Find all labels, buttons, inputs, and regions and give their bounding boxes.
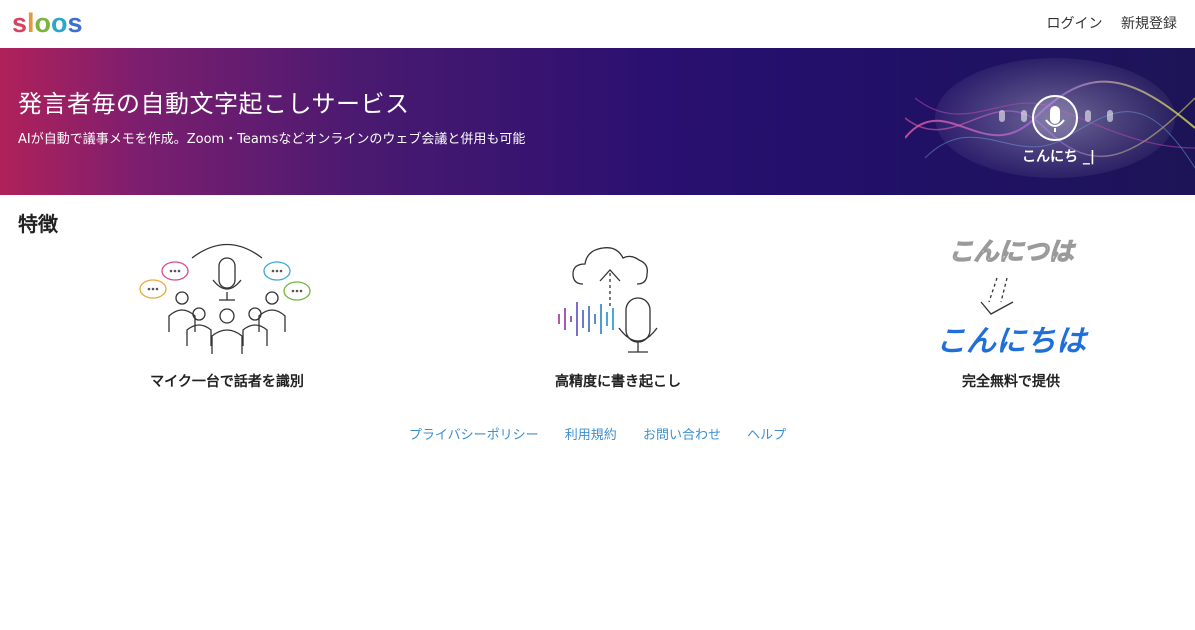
mic-caption: こんにち _| xyxy=(1022,149,1095,165)
cloud-transcription-icon xyxy=(558,247,658,353)
feature-free: こんにつは こんにちは 完全無料で提供 xyxy=(861,236,1161,390)
terms-link[interactable]: 利用規約 xyxy=(565,428,617,443)
speaker-identification-icon xyxy=(139,243,311,354)
header-nav: ログイン 新規登録 xyxy=(1033,13,1177,33)
help-link[interactable]: ヘルプ xyxy=(747,428,786,443)
svg-text:sloos: sloos xyxy=(12,8,83,38)
hero-subtitle: AIが自動で議事メモを作成。Zoom・Teamsなどオンラインのウェブ会議と併用… xyxy=(18,132,526,147)
hero-title: 発言者毎の自動文字起こしサービス xyxy=(18,90,410,118)
footer-links: プライバシーポリシー 利用規約 お問い合わせ ヘルプ xyxy=(0,424,1195,443)
correction-before-text: こんにつは xyxy=(948,238,1076,266)
login-link[interactable]: ログイン xyxy=(1047,16,1103,32)
register-link[interactable]: 新規登録 xyxy=(1121,16,1177,32)
text-correction-icon: こんにつは こんにちは xyxy=(936,237,1089,358)
feature-label: 高精度に書き起こし xyxy=(555,374,681,390)
features-heading: 特徴 xyxy=(18,212,58,236)
feature-speaker-id: マイク一台で話者を識別 xyxy=(77,236,377,390)
feature-label: 完全無料で提供 xyxy=(962,374,1060,390)
feature-transcription: 高精度に書き起こし xyxy=(468,236,768,390)
hero-banner: 発言者毎の自動文字起こしサービス AIが自動で議事メモを作成。Zoom・Team… xyxy=(0,48,1195,195)
feature-label: マイク一台で話者を識別 xyxy=(150,374,304,390)
contact-link[interactable]: お問い合わせ xyxy=(643,428,721,443)
correction-after-text: こんにちは xyxy=(936,325,1089,358)
mic-icon xyxy=(1032,95,1078,141)
privacy-policy-link[interactable]: プライバシーポリシー xyxy=(409,428,539,443)
sound-wave-graphic xyxy=(905,58,1195,178)
sloos-logo[interactable]: sloos xyxy=(12,6,86,40)
site-header: sloos ログイン 新規登録 xyxy=(0,0,1195,48)
